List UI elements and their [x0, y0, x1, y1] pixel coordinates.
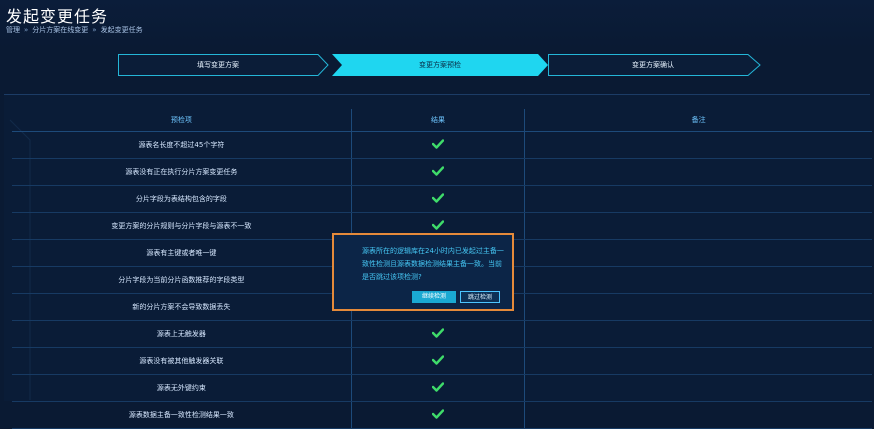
step-label: 变更方案确认 [632, 61, 674, 69]
precheck-result [351, 131, 526, 159]
column-header-item: 预检项 [12, 109, 352, 132]
precheck-note [524, 266, 872, 294]
table-row: 源表没有被其他触发器关联 [12, 347, 872, 375]
check-icon [432, 409, 445, 419]
precheck-item: 源表没有正在执行分片方案变更任务 [12, 158, 352, 186]
check-icon [432, 355, 445, 365]
precheck-item: 源表无外键约束 [12, 374, 352, 402]
column-header-note: 备注 [524, 109, 872, 132]
precheck-note [524, 293, 872, 321]
step-confirm[interactable]: 变更方案确认 [548, 54, 762, 76]
breadcrumb-separator: » [92, 26, 97, 34]
precheck-item: 源表名长度不超过45个字符 [12, 131, 352, 159]
skip-check-button[interactable]: 跳过检测 [460, 291, 500, 303]
precheck-note [524, 131, 872, 159]
table-row: 分片字段为表结构包含的字段 [12, 185, 872, 213]
table-row: 源表数据主备一致性检测结果一致 [12, 401, 872, 429]
step-label: 变更方案预检 [419, 61, 461, 69]
table-row: 源表上无触发器 [12, 320, 872, 348]
page-header: 发起变更任务 管理 » 分片方案在线变更 » 发起变更任务 [0, 0, 874, 48]
precheck-result [351, 347, 526, 375]
precheck-item: 分片字段为当前分片函数推荐的字段类型 [12, 266, 352, 294]
precheck-item: 源表数据主备一致性检测结果一致 [12, 401, 352, 429]
precheck-note [524, 239, 872, 267]
step-progress: 填写变更方案 变更方案预检 变更方案确认 [118, 54, 763, 76]
precheck-note [524, 185, 872, 213]
continue-check-button[interactable]: 继续检测 [412, 291, 456, 303]
table-row: 源表名长度不超过45个字符 [12, 131, 872, 159]
precheck-note [524, 347, 872, 375]
column-header-result: 结果 [351, 109, 526, 132]
precheck-item: 源表没有被其他触发器关联 [12, 347, 352, 375]
precheck-note [524, 320, 872, 348]
breadcrumb-separator: » [24, 26, 29, 34]
precheck-note [524, 401, 872, 429]
precheck-result [351, 320, 526, 348]
breadcrumb-item-current: 发起变更任务 [100, 26, 143, 34]
precheck-result [351, 185, 526, 213]
precheck-result [351, 158, 526, 186]
step-label: 填写变更方案 [197, 61, 239, 69]
breadcrumb-item-manage[interactable]: 管理 [6, 25, 20, 35]
check-icon [432, 328, 445, 338]
check-icon [432, 382, 445, 392]
table-row: 源表没有正在执行分片方案变更任务 [12, 158, 872, 186]
page-title: 发起变更任务 [6, 7, 109, 26]
skip-check-dialog: 源表所在的逻辑库在24小时内已发起过主备一致性检测且源表数据检测结果主备一致。当… [332, 233, 514, 311]
precheck-item: 变更方案的分片规则与分片字段与源表不一致 [12, 212, 352, 240]
table-header-row: 预检项 结果 备注 [12, 109, 872, 132]
step-precheck[interactable]: 变更方案预检 [332, 54, 550, 76]
precheck-item: 源表上无触发器 [12, 320, 352, 348]
breadcrumb-item-shard-change[interactable]: 分片方案在线变更 [32, 25, 88, 35]
check-icon [432, 193, 445, 203]
precheck-item: 源表有主键或者唯一键 [12, 239, 352, 267]
check-icon [432, 166, 445, 176]
precheck-note [524, 374, 872, 402]
precheck-note [524, 158, 872, 186]
precheck-item: 新的分片方案不会导致数据丢失 [12, 293, 352, 321]
check-icon [432, 220, 445, 230]
precheck-result [351, 401, 526, 429]
check-icon [432, 139, 445, 149]
precheck-note [524, 212, 872, 240]
step-fill-plan[interactable]: 填写变更方案 [118, 54, 330, 76]
precheck-item: 分片字段为表结构包含的字段 [12, 185, 352, 213]
table-row: 源表无外键约束 [12, 374, 872, 402]
breadcrumb: 管理 » 分片方案在线变更 » 发起变更任务 [6, 25, 143, 35]
precheck-result [351, 374, 526, 402]
dialog-message: 源表所在的逻辑库在24小时内已发起过主备一致性检测且源表数据检测结果主备一致。当… [362, 247, 504, 281]
